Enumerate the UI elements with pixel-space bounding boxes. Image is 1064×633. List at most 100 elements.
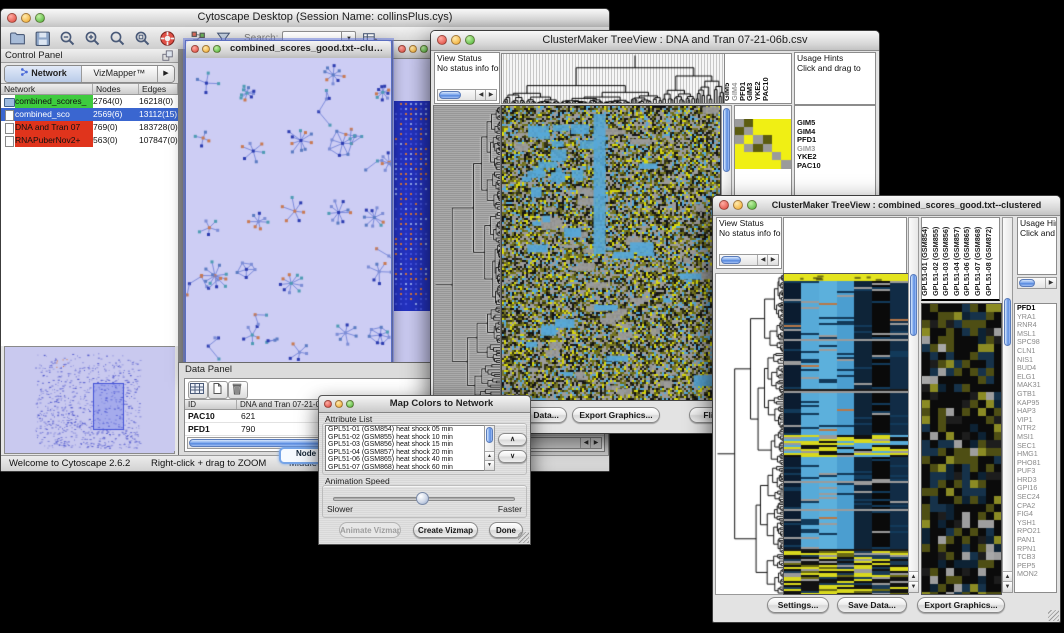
- animate-vizmap-button[interactable]: Animate Vizmap: [339, 522, 401, 538]
- minimize-button[interactable]: [21, 13, 31, 23]
- scroll-right-icon[interactable]: ▶: [485, 90, 496, 100]
- scrollbar-thumb[interactable]: [910, 274, 917, 336]
- scroll-right-icon[interactable]: ▶: [767, 255, 778, 265]
- tab-overflow-arrow[interactable]: ▶: [158, 66, 174, 82]
- zoom-button[interactable]: [346, 400, 354, 408]
- attribute-list-vscrollbar[interactable]: ▲ ▼: [484, 425, 495, 471]
- attribute-list-item[interactable]: GPL51-07 (GSM868) heat shock 60 min: [326, 464, 494, 471]
- scroll-right-icon[interactable]: ▶: [590, 438, 601, 448]
- column-id[interactable]: ID: [185, 400, 237, 409]
- select-attributes-button[interactable]: [188, 381, 208, 399]
- network-edges: 13112(15): [139, 108, 177, 121]
- tv2-main-vscrollbar[interactable]: ▲ ▼: [908, 217, 919, 593]
- scroll-down-icon[interactable]: ▼: [909, 581, 918, 592]
- dialog-titlebar[interactable]: Map Colors to Network: [319, 396, 530, 413]
- tab-vizmapper[interactable]: VizMapper™: [82, 66, 159, 82]
- network-window-titlebar[interactable]: combined_scores_good.txt--cluste...: [186, 41, 391, 59]
- close-button[interactable]: [398, 45, 406, 53]
- scrollbar-thumb[interactable]: [1004, 298, 1011, 346]
- background-window-titlebar[interactable]: [393, 41, 432, 59]
- network-graph-view[interactable]: [186, 58, 391, 375]
- minimize-button[interactable]: [335, 400, 343, 408]
- dense-network-grid[interactable]: [394, 101, 431, 311]
- network-table-row[interactable]: RNAPuberNov2+563(0)107847(0): [1, 134, 178, 147]
- tv2-settings-button[interactable]: Settings...: [767, 597, 829, 613]
- minimize-button[interactable]: [202, 45, 210, 53]
- scrollbar-thumb[interactable]: [723, 108, 730, 172]
- row-label: PAC10: [795, 162, 875, 171]
- attribute-list-item[interactable]: GPL51-02 (GSM855) heat shock 10 min: [326, 434, 494, 442]
- tv1-heatmap[interactable]: [501, 105, 721, 401]
- help-lifebuoy-icon[interactable]: [159, 30, 176, 47]
- network-table-row[interactable]: DNA and Tran 07769(0)183728(0): [1, 121, 178, 134]
- tv2-save-data-button[interactable]: Save Data...: [837, 597, 907, 613]
- scroll-right-icon[interactable]: ▶: [1045, 278, 1056, 288]
- tv2-heatmap[interactable]: [783, 273, 909, 595]
- scroll-down-icon[interactable]: ▼: [485, 460, 494, 470]
- attribute-list-item[interactable]: GPL51-06 (GSM865) heat shock 40 min: [326, 456, 494, 464]
- attribute-list-item[interactable]: GPL51-04 (GSM857) heat shock 20 min: [326, 449, 494, 457]
- main-titlebar[interactable]: Cytoscape Desktop (Session Name: collins…: [1, 9, 609, 28]
- resize-grip[interactable]: [1048, 610, 1059, 621]
- tab-network[interactable]: Network: [5, 66, 82, 82]
- network-table-row[interactable]: combined_scores_2764(0)16218(0): [1, 95, 178, 108]
- open-icon[interactable]: [9, 30, 26, 47]
- tv2-usage-hscrollbar[interactable]: ▶: [1017, 277, 1057, 289]
- file-icon: [5, 136, 14, 147]
- create-attribute-button[interactable]: [208, 381, 228, 399]
- minimize-button[interactable]: [409, 45, 417, 53]
- tv1-column-dendrogram[interactable]: [501, 53, 725, 104]
- zoom-button[interactable]: [35, 13, 45, 23]
- tv2-titlebar[interactable]: ClusterMaker TreeView : combined_scores_…: [713, 196, 1060, 216]
- zoom-button[interactable]: [465, 35, 475, 45]
- scrollbar-thumb[interactable]: [1019, 279, 1035, 287]
- close-button[interactable]: [191, 45, 199, 53]
- column-network[interactable]: Network: [1, 84, 93, 94]
- column-edges[interactable]: Edges: [139, 84, 178, 94]
- tv2-row-dendrogram[interactable]: [715, 273, 784, 595]
- tv1-checker-heatmap[interactable]: [735, 119, 791, 169]
- tv2-right-vscrollbar[interactable]: ▲ ▼: [1002, 217, 1013, 593]
- float-panel-icon[interactable]: [162, 50, 174, 62]
- attribute-list[interactable]: GPL51-01 (GSM854) heat shock 05 minGPL51…: [325, 425, 495, 471]
- scrollbar-thumb[interactable]: [721, 256, 741, 264]
- animation-speed-slider-thumb[interactable]: [416, 492, 429, 505]
- delete-attribute-button[interactable]: [228, 381, 248, 399]
- save-icon[interactable]: [34, 30, 51, 47]
- create-vizmap-button[interactable]: Create Vizmap: [413, 522, 478, 538]
- zoom-out-icon[interactable]: [59, 30, 76, 47]
- zoom-in-icon[interactable]: [84, 30, 101, 47]
- tv2-export-graphics-button[interactable]: Export Graphics...: [917, 597, 1005, 613]
- move-down-button[interactable]: ∨: [498, 450, 527, 463]
- close-button[interactable]: [719, 200, 729, 210]
- tv1-titlebar[interactable]: ClusterMaker TreeView : DNA and Tran 07-…: [431, 31, 879, 51]
- zoom-button[interactable]: [747, 200, 757, 210]
- zoom-fit-icon[interactable]: [134, 30, 151, 47]
- zoom-button[interactable]: [420, 45, 428, 53]
- birdseye-view[interactable]: [4, 346, 175, 454]
- tv1-export-graphics-button[interactable]: Export Graphics...: [572, 407, 660, 423]
- scrollbar-thumb[interactable]: [439, 91, 461, 99]
- attribute-list-item[interactable]: GPL51-01 (GSM854) heat shock 05 min: [326, 426, 494, 434]
- close-button[interactable]: [7, 13, 17, 23]
- network-table-row[interactable]: combined_sco2569(6)13112(15): [1, 108, 178, 121]
- move-up-button[interactable]: ∧: [498, 433, 527, 446]
- resize-grip[interactable]: [518, 532, 529, 543]
- view-status-hscrollbar[interactable]: ◀ ▶: [437, 89, 497, 101]
- view-status-hscrollbar[interactable]: ◀ ▶: [719, 254, 779, 266]
- network-nodes: 563(0): [93, 134, 138, 147]
- attribute-list-item[interactable]: GPL51-03 (GSM856) heat shock 15 min: [326, 441, 494, 449]
- zoom-button[interactable]: [213, 45, 221, 53]
- zoom-selected-icon[interactable]: [109, 30, 126, 47]
- close-button[interactable]: [437, 35, 447, 45]
- minimize-button[interactable]: [451, 35, 461, 45]
- scrollbar-thumb[interactable]: [486, 427, 493, 443]
- scroll-down-icon[interactable]: ▼: [1003, 581, 1012, 592]
- tv1-row-dendrogram[interactable]: [433, 105, 501, 401]
- column-nodes[interactable]: Nodes: [93, 84, 139, 94]
- minimize-button[interactable]: [733, 200, 743, 210]
- close-button[interactable]: [324, 400, 332, 408]
- tv2-zoomed-heatmap[interactable]: [921, 303, 1002, 595]
- network-nodes: 2764(0): [93, 95, 138, 108]
- tv2-column-dendrogram-area[interactable]: [783, 217, 907, 273]
